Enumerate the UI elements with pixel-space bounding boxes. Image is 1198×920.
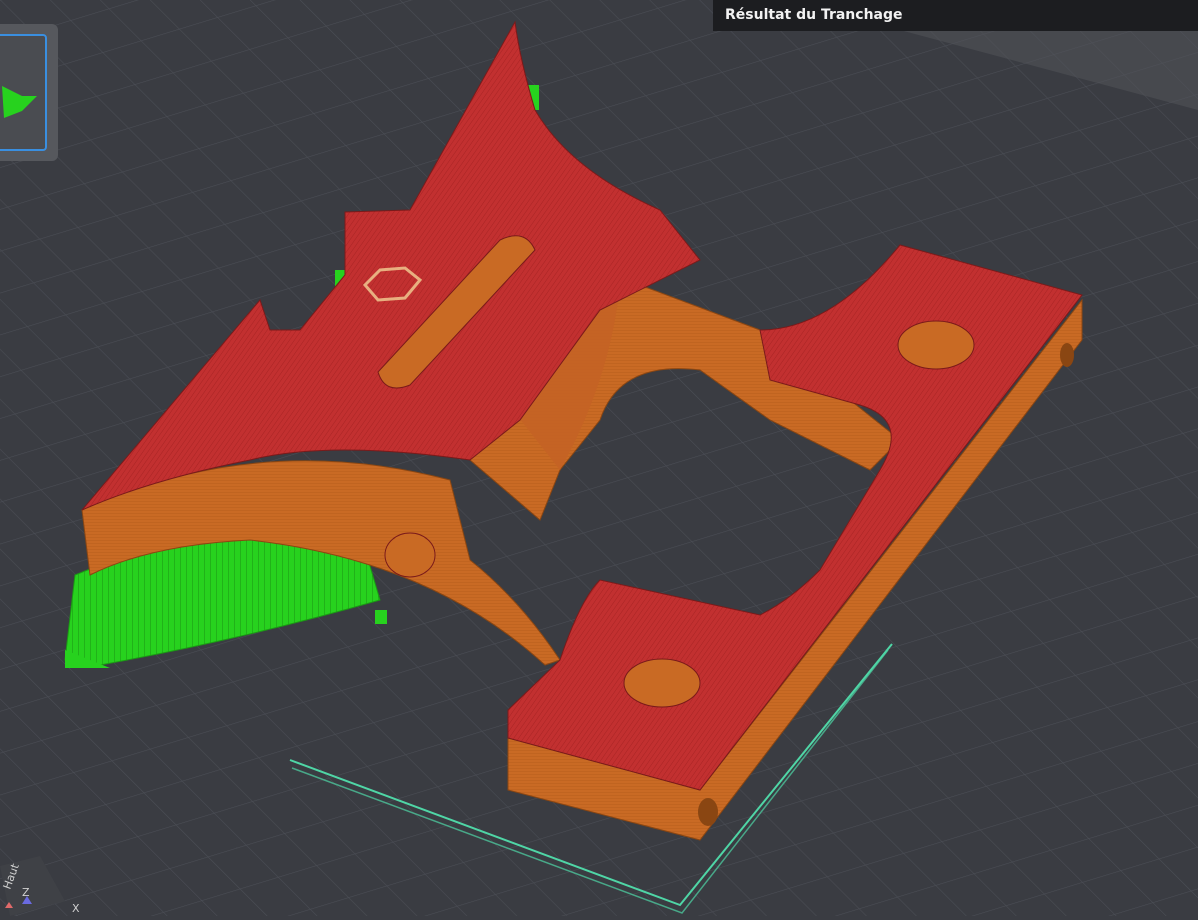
model-thumbnail-icon <box>2 86 37 118</box>
3d-viewport[interactable] <box>0 0 1198 916</box>
axis-x-label: X <box>72 902 80 915</box>
slice-result-title: Résultat du Tranchage <box>713 0 1198 31</box>
axis-z-label: Z <box>22 886 30 899</box>
model-thumbnail-frame[interactable] <box>0 34 47 151</box>
view-axis-widget[interactable]: Haut Z X <box>0 856 80 916</box>
model-thumbnail[interactable] <box>0 24 58 161</box>
